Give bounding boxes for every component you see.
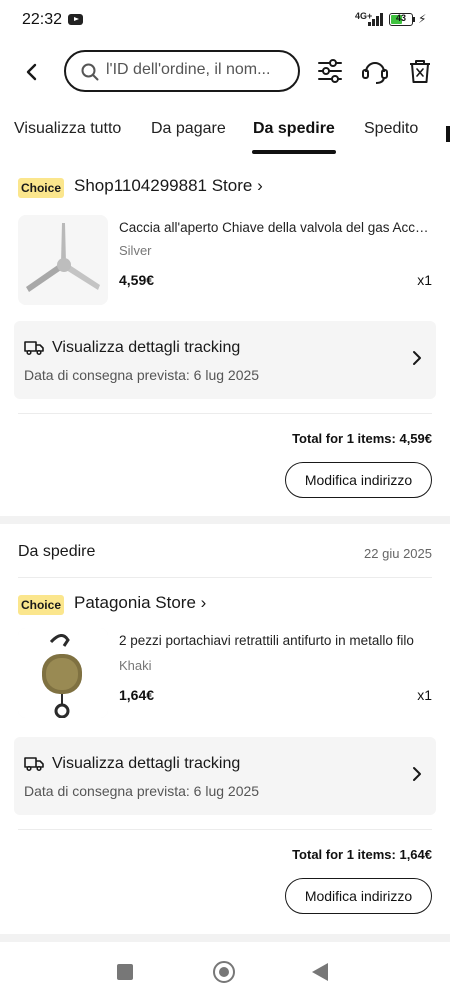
support-icon [362, 62, 388, 84]
charging-icon: ⚡ [418, 12, 427, 26]
active-tab-indicator [252, 150, 336, 154]
product-qty: x1 [417, 687, 432, 703]
order-total: Total for 1 items: 1,64€ [292, 847, 432, 862]
top-bar [0, 48, 450, 94]
product-title[interactable]: 2 pezzi portachiavi retrattili antifurto… [119, 633, 433, 648]
battery-tip [413, 17, 415, 22]
truck-icon [24, 757, 44, 772]
tab-da-spedire[interactable]: Da spedire [253, 120, 335, 138]
product-qty: x1 [417, 272, 432, 288]
tab-overflow[interactable] [446, 126, 450, 142]
store-name[interactable]: Shop1104299881 Store › [74, 176, 263, 196]
product-price: 1,64€ [119, 687, 155, 703]
store-name[interactable]: Patagonia Store › [74, 593, 206, 613]
divider [18, 829, 432, 830]
store-header[interactable]: Choice Patagonia Store › [18, 593, 432, 617]
truck-icon [24, 341, 44, 356]
divider [18, 413, 432, 414]
filter-button[interactable] [315, 56, 345, 86]
tracking-card[interactable]: Visualizza dettagli tracking Data di con… [14, 737, 436, 815]
order-total: Total for 1 items: 4,59€ [292, 431, 432, 446]
search-box[interactable] [64, 50, 300, 92]
product-image[interactable] [18, 215, 108, 305]
youtube-icon [68, 14, 83, 25]
edit-address-button[interactable]: Modifica indirizzo [285, 462, 432, 498]
delete-button[interactable] [405, 56, 435, 86]
order-status: Da spedire [18, 543, 96, 560]
status-time: 22:32 [22, 11, 63, 28]
product-variant: Khaki [119, 658, 152, 673]
tab-visualizza-tutto[interactable]: Visualizza tutto [14, 120, 121, 138]
tab-spedito[interactable]: Spedito [364, 120, 418, 138]
order-tabs: Visualizza tutto Da pagare Da spedire Sp… [0, 112, 450, 158]
choice-badge: Choice [18, 595, 64, 615]
battery-icon: 43 [389, 13, 413, 26]
tracking-title: Visualizza dettagli tracking [52, 339, 241, 356]
delivery-date: Data di consegna prevista: 6 lug 2025 [24, 367, 260, 383]
choice-badge: Choice [18, 178, 64, 198]
product-price: 4,59€ [119, 272, 155, 288]
edit-address-button[interactable]: Modifica indirizzo [285, 878, 432, 914]
section-separator [0, 516, 450, 524]
support-button[interactable] [360, 56, 390, 86]
tab-da-pagare[interactable]: Da pagare [151, 120, 226, 138]
search-input[interactable] [106, 61, 294, 79]
home-button[interactable] [213, 961, 235, 983]
status-bar: 22:32 4G+ 43 ⚡ [0, 0, 450, 40]
filter-icon [318, 59, 342, 83]
tracking-card[interactable]: Visualizza dettagli tracking Data di con… [14, 321, 436, 399]
chevron-right-icon [413, 351, 421, 365]
valve-key-image [18, 215, 108, 305]
back-icon [26, 63, 37, 81]
system-nav-bar [0, 950, 450, 1000]
product-title[interactable]: Caccia all'aperto Chiave della valvola d… [119, 220, 433, 235]
order-date: 22 giu 2025 [364, 546, 432, 561]
back-button[interactable] [18, 58, 46, 86]
chevron-right-icon [413, 767, 421, 781]
delivery-date: Data di consegna prevista: 6 lug 2025 [24, 783, 260, 799]
store-header[interactable]: Choice Shop1104299881 Store › [18, 176, 432, 200]
product-variant: Silver [119, 243, 152, 258]
back-nav-button[interactable] [312, 963, 328, 981]
trash-icon [410, 60, 430, 83]
section-separator [0, 934, 450, 942]
keychain-image [18, 628, 108, 718]
tracking-title: Visualizza dettagli tracking [52, 755, 241, 772]
battery-level: 43 [395, 13, 406, 23]
recents-button[interactable] [117, 964, 133, 980]
search-icon [81, 63, 99, 81]
divider [18, 577, 432, 578]
product-image[interactable] [18, 628, 108, 718]
signal-icon [368, 13, 384, 26]
